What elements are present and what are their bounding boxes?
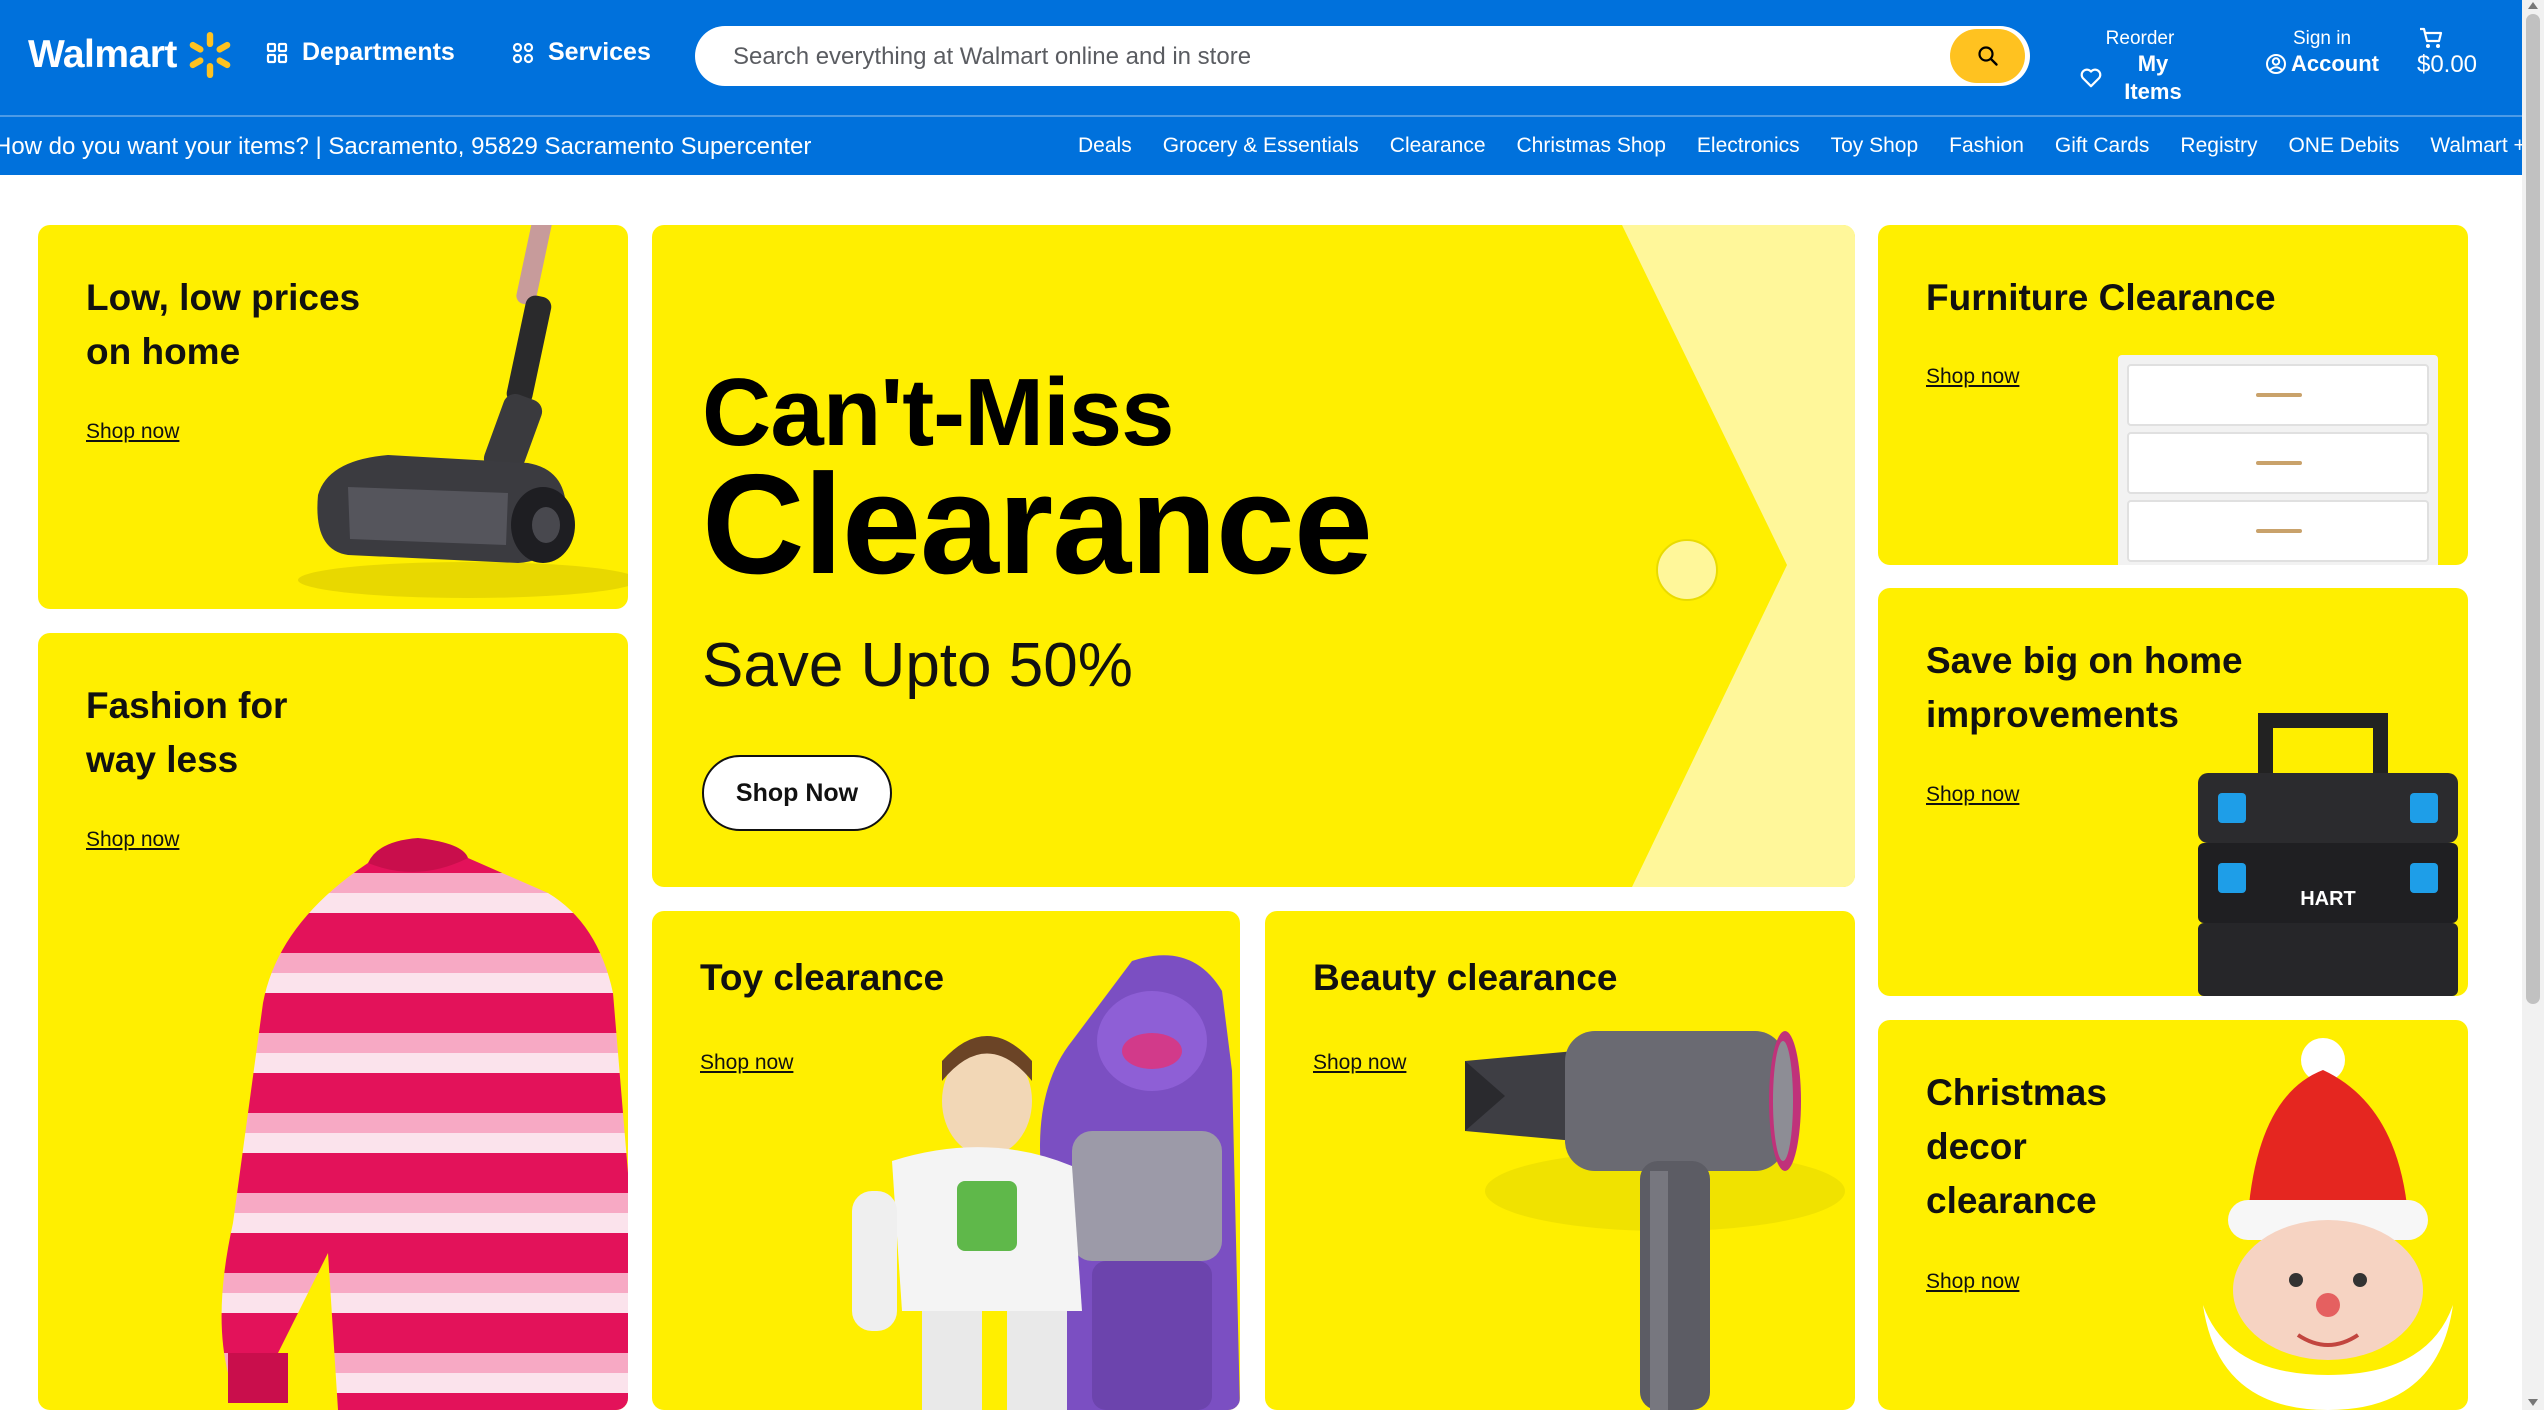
beauty-shop-link[interactable]: Shop now [1313, 1051, 1406, 1075]
reorder-my-items[interactable]: Reorder My Items [2080, 28, 2200, 106]
account-label: Account [2291, 51, 2379, 76]
search-bar [695, 26, 2030, 88]
user-icon [2266, 54, 2286, 74]
fashion-card[interactable]: Fashion for way less Shop now [38, 633, 628, 1410]
vacuum-image [298, 225, 628, 598]
toy-figures-image [852, 955, 1240, 1410]
nav-grocery[interactable]: Grocery & Essentials [1163, 134, 1359, 158]
nav-walmart-plus[interactable]: Walmart + [2430, 134, 2525, 158]
scroll-thumb[interactable] [2526, 14, 2540, 1004]
departments-label: Departments [302, 38, 455, 66]
furniture-shop-link[interactable]: Shop now [1926, 365, 2019, 389]
heart-icon [2080, 68, 2102, 88]
hair-dryer-image [1465, 1031, 1845, 1410]
hero-shop-now-button[interactable]: Shop Now [702, 755, 892, 831]
nav-toy-shop[interactable]: Toy Shop [1831, 134, 1919, 158]
beauty-card-title: Beauty clearance [1313, 957, 1618, 998]
spark-icon [189, 32, 231, 78]
hero-line-2: Clearance [702, 445, 1373, 604]
toy-card[interactable]: Toy clearance Shop now [652, 911, 1240, 1410]
nav-deals[interactable]: Deals [1078, 134, 1132, 158]
cart-total: $0.00 [2416, 51, 2478, 78]
scroll-up-arrow-icon[interactable] [2528, 2, 2538, 9]
cart-button[interactable]: $0.00 [2412, 26, 2482, 80]
nav-registry[interactable]: Registry [2180, 134, 2257, 158]
services-button[interactable]: Services [512, 38, 651, 67]
my-items-label: My Items [2124, 51, 2182, 104]
logo-text: Walmart [28, 33, 177, 76]
account-signin[interactable]: Sign in Account [2262, 28, 2382, 78]
hart-brand-text: HART [2300, 888, 2356, 910]
nav-one-debits[interactable]: ONE Debits [2288, 134, 2399, 158]
nav-electronics[interactable]: Electronics [1697, 134, 1800, 158]
beauty-card[interactable]: Beauty clearance Shop now [1265, 911, 1855, 1410]
christmas-shop-link[interactable]: Shop now [1926, 1270, 2019, 1294]
furniture-card-title: Furniture Clearance [1926, 277, 2276, 318]
hero-card[interactable]: Can't-Miss Clearance Save Upto 50% Shop … [652, 225, 1855, 887]
services-icon [512, 42, 534, 63]
departments-button[interactable]: Departments [266, 38, 455, 67]
signin-label: Sign in [2292, 28, 2352, 49]
hero-subtitle: Save Upto 50% [702, 631, 1133, 700]
store-selector[interactable]: How do you want your items? | Sacramento… [0, 133, 811, 161]
home-improvement-shop-link[interactable]: Shop now [1926, 783, 2019, 807]
santa-image [2203, 1038, 2453, 1410]
walmart-logo[interactable]: Walmart [28, 30, 235, 80]
cart-icon [2420, 27, 2443, 48]
christmas-card[interactable]: Christmas decor clearance Shop now [1878, 1020, 2468, 1410]
toolbox-image: HART [2198, 713, 2458, 996]
fashion-shop-link[interactable]: Shop now [86, 828, 179, 852]
nav-links: Deals Grocery & Essentials Clearance Chr… [1078, 134, 2544, 158]
page-scrollbar[interactable] [2522, 0, 2544, 1410]
nav-gift-cards[interactable]: Gift Cards [2055, 134, 2150, 158]
sweater-image [221, 838, 628, 1410]
home-shop-link[interactable]: Shop now [86, 420, 179, 444]
secondary-nav: How do you want your items? | Sacramento… [0, 115, 2544, 175]
home-improvement-card[interactable]: Save big on home improvements Shop now H… [1878, 588, 2468, 996]
nav-clearance[interactable]: Clearance [1390, 134, 1486, 158]
services-label: Services [548, 38, 651, 66]
home-card[interactable]: Low, low prices on home Shop now [38, 225, 628, 609]
furniture-card[interactable]: Furniture Clearance Shop now [1878, 225, 2468, 565]
search-button[interactable] [1950, 29, 2025, 83]
christmas-card-title: Christmas decor clearance [1926, 1072, 2107, 1221]
search-input[interactable] [731, 26, 1925, 88]
reorder-label: Reorder [2105, 28, 2175, 49]
header-bar: Walmart Departments Services Search ever… [0, 0, 2544, 115]
grid-icon [266, 42, 288, 63]
dresser-image [2118, 355, 2438, 565]
scroll-down-arrow-icon[interactable] [2528, 1399, 2538, 1406]
search-icon [1977, 46, 1998, 66]
nav-fashion[interactable]: Fashion [1949, 134, 2024, 158]
nav-christmas-shop[interactable]: Christmas Shop [1517, 134, 1666, 158]
